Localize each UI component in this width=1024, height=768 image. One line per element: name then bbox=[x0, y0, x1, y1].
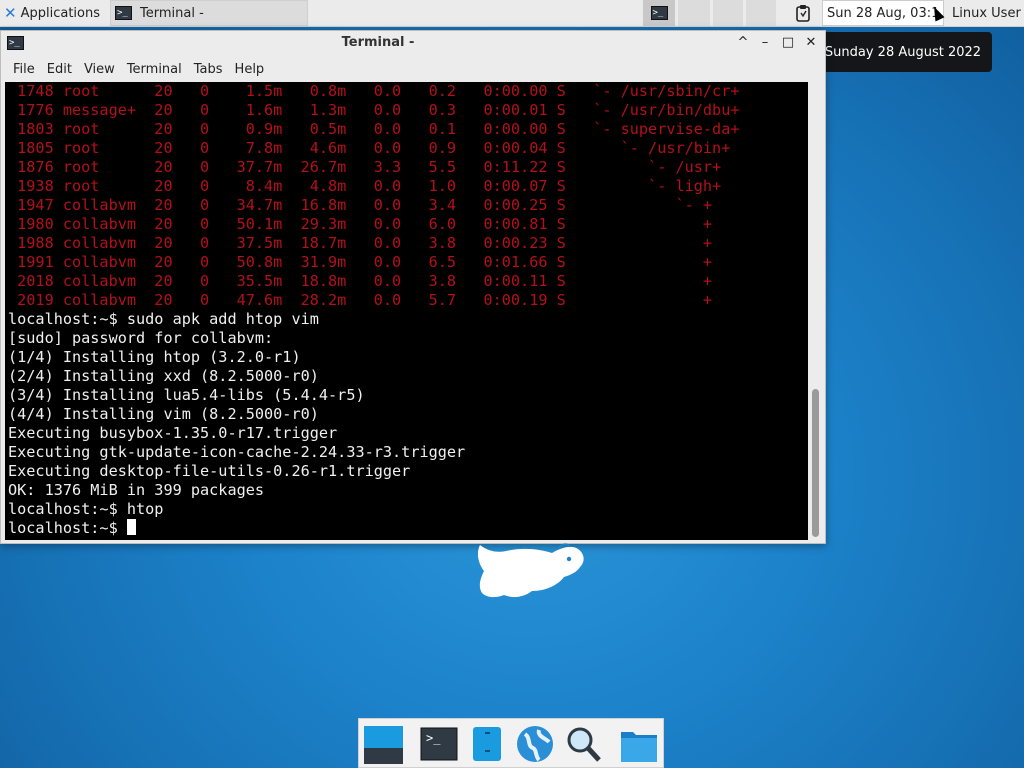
window-title: Terminal - bbox=[341, 35, 415, 50]
applications-menu-button[interactable]: ✕ Applications bbox=[0, 0, 112, 26]
terminal-screen[interactable]: 1748 root 20 0 1.5m 0.8m 0.0 0.2 0:00.00… bbox=[5, 82, 808, 540]
clock-tooltip: Sunday 28 August 2022 bbox=[814, 32, 992, 72]
terminal-line: OK: 1376 MiB in 399 packages bbox=[8, 481, 265, 499]
terminal-line: Executing busybox-1.35.0-r17.trigger bbox=[8, 424, 338, 442]
app-finder-icon[interactable] bbox=[563, 724, 603, 764]
terminal-icon: >_ bbox=[115, 6, 132, 20]
xfce-logo-icon: ✕ bbox=[4, 4, 17, 22]
menu-view[interactable]: View bbox=[84, 62, 115, 77]
workspace-4-button[interactable] bbox=[746, 0, 776, 26]
terminal-icon: >_ bbox=[650, 6, 668, 20]
terminal-line: (4/4) Installing vim (8.2.5000-r0) bbox=[8, 405, 319, 423]
menu-terminal[interactable]: Terminal bbox=[127, 62, 182, 77]
text-cursor bbox=[126, 519, 136, 535]
terminal-line: (1/4) Installing htop (3.2.0-r1) bbox=[8, 348, 301, 366]
terminal-launcher-icon[interactable]: >_ bbox=[419, 724, 459, 764]
htop-row: 1876 root 20 0 37.7m 26.7m 3.3 5.5 0:11.… bbox=[8, 158, 722, 176]
htop-row: 2019 collabvm 20 0 47.6m 28.2m 0.0 5.7 0… bbox=[8, 291, 713, 309]
htop-row: 1805 root 20 0 7.8m 4.6m 0.0 0.9 0:00.04… bbox=[8, 139, 731, 157]
scrollbar-thumb[interactable] bbox=[812, 389, 819, 537]
top-panel: ✕ Applications >_ Terminal - >_ Sun 28 A… bbox=[0, 0, 1024, 27]
terminal-line: localhost:~$ sudo apk add htop vim bbox=[8, 310, 319, 328]
menu-file[interactable]: File bbox=[13, 62, 35, 77]
shade-button[interactable]: ^ bbox=[733, 33, 753, 53]
svg-text:>_: >_ bbox=[426, 731, 441, 745]
terminal-line: localhost:~$ htop bbox=[8, 500, 164, 518]
terminal-line: (3/4) Installing lua5.4-libs (5.4.4-r5) bbox=[8, 386, 365, 404]
home-folder-icon[interactable] bbox=[619, 724, 659, 764]
htop-row: 1980 collabvm 20 0 50.1m 29.3m 0.0 6.0 0… bbox=[8, 215, 713, 233]
applications-label: Applications bbox=[20, 5, 100, 21]
clipboard-icon[interactable] bbox=[792, 0, 814, 26]
dock: >_ bbox=[358, 718, 664, 768]
web-browser-icon[interactable] bbox=[515, 724, 555, 764]
htop-row: 1991 collabvm 20 0 50.8m 31.9m 0.0 6.5 0… bbox=[8, 253, 713, 271]
htop-row: 1988 collabvm 20 0 37.5m 18.7m 0.0 3.8 0… bbox=[8, 234, 713, 252]
terminal-line: (2/4) Installing xxd (8.2.5000-r0) bbox=[8, 367, 319, 385]
htop-row: 1748 root 20 0 1.5m 0.8m 0.0 0.2 0:00.00… bbox=[8, 82, 740, 100]
close-button[interactable]: ✕ bbox=[801, 33, 821, 53]
file-manager-icon[interactable] bbox=[467, 724, 507, 764]
menu-edit[interactable]: Edit bbox=[47, 62, 72, 77]
xfce-mouse-logo bbox=[477, 543, 584, 598]
htop-row: 1803 root 20 0 0.9m 0.5m 0.0 0.1 0:00.00… bbox=[8, 120, 740, 138]
clock[interactable]: Sun 28 Aug, 03:1 bbox=[822, 0, 944, 26]
terminal-line: Executing gtk-update-icon-cache-2.24.33-… bbox=[8, 443, 466, 461]
show-desktop-icon[interactable] bbox=[363, 724, 404, 764]
user-menu-button[interactable]: Linux User bbox=[952, 0, 1024, 26]
htop-row: 1776 message+ 20 0 1.6m 1.3m 0.0 0.3 0:0… bbox=[8, 101, 740, 119]
taskbar-terminal-label: Terminal - bbox=[140, 5, 204, 21]
terminal-prompt-line: localhost:~$ bbox=[8, 519, 136, 538]
window-titlebar[interactable]: >_ Terminal - ^ – □ ✕ bbox=[1, 31, 825, 57]
terminal-line: Executing desktop-file-utils-0.26-r1.tri… bbox=[8, 462, 411, 480]
menu-help[interactable]: Help bbox=[235, 62, 265, 77]
workspace-3-button[interactable] bbox=[713, 0, 743, 26]
menu-tabs[interactable]: Tabs bbox=[194, 62, 223, 77]
terminal-line: [sudo] password for collabvm: bbox=[8, 329, 274, 347]
taskbar-terminal-button[interactable]: >_ Terminal - bbox=[110, 0, 308, 26]
minimize-button[interactable]: – bbox=[755, 33, 775, 53]
maximize-button[interactable]: □ bbox=[778, 33, 798, 53]
workspace-1-button[interactable]: >_ bbox=[643, 0, 675, 26]
terminal-scrollbar[interactable] bbox=[809, 82, 823, 540]
htop-row: 1938 root 20 0 8.4m 4.8m 0.0 1.0 0:00.07… bbox=[8, 177, 722, 195]
htop-row: 1947 collabvm 20 0 34.7m 16.8m 0.0 3.4 0… bbox=[8, 196, 713, 214]
terminal-prompt: localhost:~$ bbox=[8, 519, 127, 537]
menu-bar: File Edit View Terminal Tabs Help bbox=[1, 57, 825, 81]
htop-row: 2018 collabvm 20 0 35.5m 18.8m 0.0 3.8 0… bbox=[8, 272, 713, 290]
workspace-2-button[interactable] bbox=[678, 0, 710, 26]
terminal-window: >_ Terminal - ^ – □ ✕ File Edit View Ter… bbox=[0, 30, 826, 544]
